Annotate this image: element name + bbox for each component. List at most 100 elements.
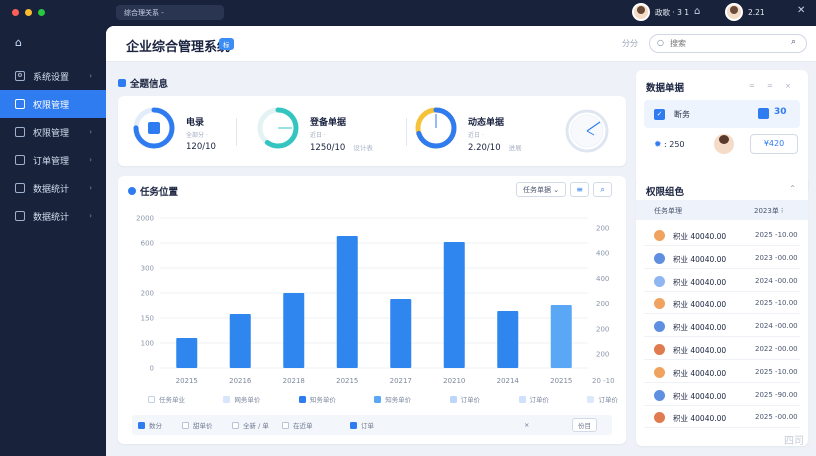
list-icon[interactable]: ≡ — [570, 182, 590, 197]
bar-chart: 0 100 150 200 300 600 2000 200 400 400 200 200 200 20… — [136, 215, 615, 386]
legend-item[interactable]: 订单价 — [587, 394, 618, 404]
avatar — [654, 389, 665, 401]
clock-gauge — [565, 109, 609, 153]
checkbox[interactable] — [182, 421, 189, 429]
sidebar-item-permissions-2[interactable]: 权限管理 › — [0, 118, 106, 146]
sidebar-item-system-settings[interactable]: ⚙ 系统设置 › — [0, 62, 106, 90]
stat-value-text: 2.20/10 — [468, 143, 501, 153]
x-tick-label: 20214 — [497, 377, 520, 385]
checkbox[interactable] — [232, 421, 239, 429]
user-menu-1[interactable]: 政歌 · 3 1 — [632, 3, 689, 21]
home-icon[interactable]: ⌂ — [15, 36, 22, 49]
x-tick-label: 20218 — [283, 377, 305, 385]
column-header[interactable]: 2023单 ⁝ — [754, 206, 783, 216]
table-row[interactable]: 积业 40040.00 2025 -10.00 — [644, 292, 800, 315]
stat-label: 电录 — [186, 118, 205, 128]
progress-ring — [257, 107, 299, 149]
stat-sub: 全部分 · — [186, 132, 208, 139]
checkbox[interactable] — [138, 421, 145, 429]
sidebar-item-orders[interactable]: 订单管理 › — [0, 146, 106, 174]
filter-clear[interactable]: × — [524, 421, 529, 429]
close-window-button[interactable] — [12, 9, 19, 16]
table-row[interactable]: 积业 40040.00 2023 -00.00 — [644, 247, 800, 269]
legend-item[interactable]: 订单价 — [449, 394, 481, 404]
chevron-up-icon[interactable]: ⌃ — [789, 184, 796, 193]
filter-checkbox[interactable]: 在近单 — [282, 420, 313, 430]
table-row[interactable]: 积业 40040.00 2025 -10.00 — [644, 224, 800, 246]
sidebar-item-label: 权限管理 — [33, 100, 70, 111]
checkbox[interactable] — [282, 421, 289, 429]
filter-label: 订单 — [361, 422, 374, 430]
filter-label: × — [524, 421, 530, 429]
x-axis-end-label: 20 -10 — [592, 377, 615, 385]
y-tick-label: 0 — [150, 365, 154, 373]
address-tab[interactable]: 综合理关系 - — [116, 5, 224, 20]
sidebar-item-statistics[interactable]: 数据统计 › — [0, 174, 106, 202]
card-tools[interactable]: = = × — [749, 82, 796, 90]
avatar — [654, 275, 665, 287]
search-icon[interactable]: ⌕ — [593, 182, 613, 197]
stat-muted: 进展 — [508, 144, 522, 152]
table-row[interactable]: 积业 40040.00 2025 -90.00 — [644, 384, 800, 406]
avatar — [632, 3, 650, 21]
x-tick-label: 20215 — [336, 377, 358, 385]
legend-item[interactable]: 任务单业 — [148, 394, 185, 404]
close-icon[interactable]: ✕ — [797, 5, 805, 16]
chevron-right-icon: › — [89, 212, 92, 220]
sidebar-nav: ⚙ 系统设置 › 权限管理 权限管理 › 订单管理 › 数据统计 › 数据统计 … — [0, 62, 106, 230]
sidebar-item-label: 订单管理 — [33, 156, 70, 167]
chart-select[interactable]: 任务单据 ⌄ — [516, 182, 567, 197]
y-right-tick-label: 200 — [596, 325, 609, 333]
filter-label: 份目 — [578, 422, 591, 430]
stat-item-2[interactable]: 登备单据 近日 · 1250/10 设计表 — [256, 96, 396, 166]
cart-icon[interactable]: ⌂ — [694, 6, 700, 17]
user-menu-2[interactable]: 2.21 — [725, 3, 765, 21]
search-icon[interactable]: ⌕ — [791, 37, 796, 47]
shield-icon — [15, 99, 25, 109]
column-header-text: 2023单 — [754, 207, 779, 215]
stat-item-3[interactable]: 动态单据 近日 · 2.20/10 进展 — [414, 96, 554, 166]
gear-icon: ✹ — [654, 140, 662, 150]
x-tick-label: 20217 — [390, 377, 412, 385]
overview-title-text: 全题信息 — [130, 79, 169, 90]
table-row[interactable]: 积业 40040.00 2025 -10.00 — [644, 361, 800, 383]
legend-item[interactable]: 知务单价 — [298, 394, 336, 404]
stat-label: 动态单据 — [468, 118, 505, 128]
legend-label: 订单价 — [460, 396, 481, 404]
legend-item[interactable]: 订单价 — [518, 394, 549, 404]
chart-select-value: 任务单据 — [523, 186, 551, 194]
stat-item-1[interactable]: 电录 全部分 · 120/10 — [132, 96, 252, 166]
info-value: 30 — [774, 107, 787, 117]
sidebar-item-permissions[interactable]: 权限管理 — [0, 90, 106, 118]
filter-checkbox[interactable]: 数分 — [138, 420, 162, 430]
checkbox[interactable] — [350, 421, 357, 429]
table-row[interactable]: 积业 40040.00 2022 -00.00 — [644, 338, 800, 360]
legend-item[interactable]: 知务单价 — [374, 394, 411, 404]
sidebar-item-label: 数据统计 — [33, 212, 70, 223]
filter-checkbox[interactable]: 订单 — [350, 420, 374, 430]
info-row[interactable]: ✓ 断务 30 — [644, 100, 800, 128]
column-header[interactable]: 任务单理 — [654, 206, 682, 216]
filter-button[interactable]: 份目 — [572, 418, 597, 432]
count-value: : 250 — [664, 140, 685, 149]
maximize-window-button[interactable] — [38, 9, 45, 16]
table-row[interactable]: 积业 40040.00 2025 -00.00 — [644, 406, 800, 429]
sidebar-item-label: 权限管理 — [33, 128, 70, 139]
price-pill[interactable]: ¥420 — [750, 134, 798, 154]
x-tick-label: 20216 — [229, 377, 252, 385]
search-input[interactable] — [649, 34, 807, 53]
minimize-window-button[interactable] — [25, 9, 32, 16]
avatar — [654, 298, 665, 310]
row-date: 2022 -00.00 — [755, 345, 798, 353]
table-row[interactable]: 积业 40040.00 2024 -00.00 — [644, 270, 800, 292]
bar — [283, 293, 305, 368]
legend-item[interactable]: 网务单价 — [223, 394, 260, 404]
filter-checkbox[interactable]: 全新 / 单 — [232, 420, 269, 430]
stat-value: 1250/10 设计表 — [310, 142, 373, 153]
filter-checkbox[interactable]: 甜单价 — [182, 420, 213, 430]
briefcase-icon — [758, 108, 769, 119]
avatar — [654, 344, 665, 355]
sidebar-item-statistics-2[interactable]: 数据统计 › — [0, 202, 106, 230]
permission-card-title: 权限组色 — [646, 184, 684, 198]
table-row[interactable]: 积业 40040.00 2024 -00.00 — [644, 315, 800, 338]
